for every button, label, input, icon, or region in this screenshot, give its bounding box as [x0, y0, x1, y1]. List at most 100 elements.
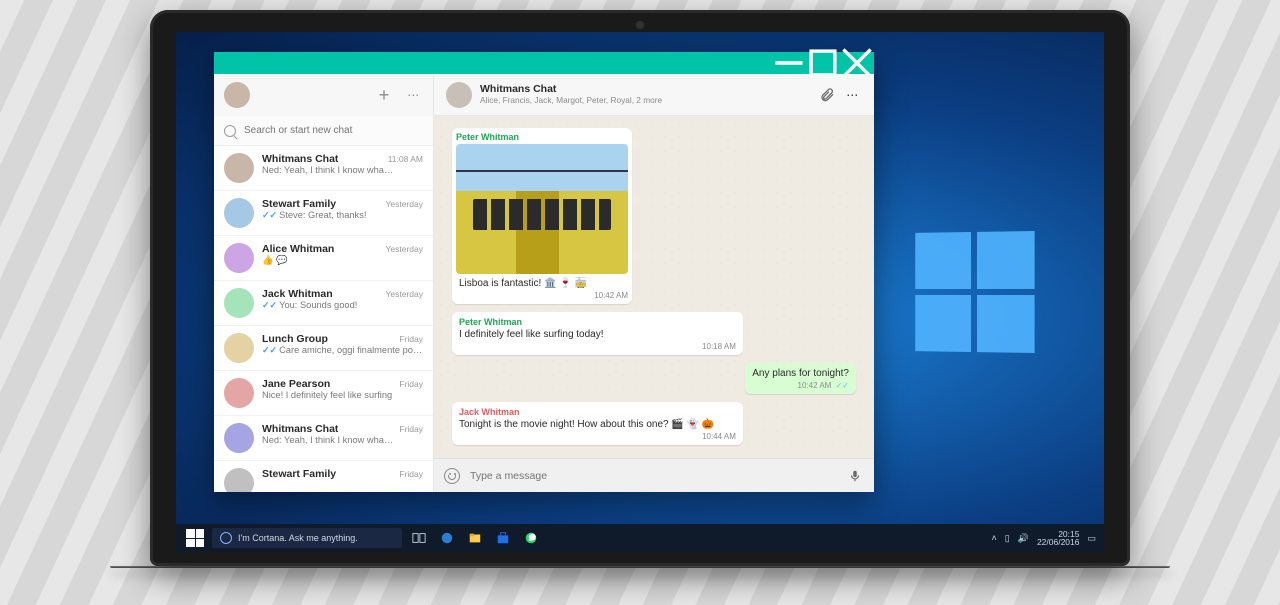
tray-volume-icon[interactable]: 🔊	[1018, 533, 1029, 544]
chat-avatar	[224, 378, 254, 408]
chat-list-item[interactable]: Whitmans Chat 11:08 AMNed: Yeah, I think …	[214, 146, 433, 191]
search-icon	[224, 125, 236, 137]
chat-name: Whitmans Chat	[262, 423, 338, 435]
message-text: Any plans for tonight?	[752, 368, 849, 379]
chat-time: Friday	[399, 469, 423, 479]
search-input[interactable]	[244, 125, 423, 136]
taskbar[interactable]: I'm Cortana. Ask me anything.	[176, 524, 1104, 552]
message-sender: Peter Whitman	[459, 317, 736, 327]
taskbar-app-edge[interactable]	[436, 527, 458, 549]
conversation-menu-button[interactable]: ⋯	[844, 86, 862, 104]
system-tray[interactable]: ˄ ▯ 🔊 20:15 22/06/2016 ▭	[992, 530, 1097, 547]
taskbar-app-explorer[interactable]	[464, 527, 486, 549]
read-ticks-icon: ✓✓	[262, 300, 277, 310]
chat-list-item[interactable]: Lunch Group Friday✓✓Care amiche, oggi fin…	[214, 326, 433, 371]
cortana-icon	[220, 532, 232, 544]
chat-avatar	[224, 243, 254, 273]
whatsapp-window: + ⋯ Whitmans Chat11:08 AMNed: Yeah, I th…	[214, 52, 874, 492]
incoming-message[interactable]: Jack Whitman Tonight is the movie night! …	[452, 402, 743, 445]
chat-time: Friday	[399, 334, 423, 344]
chat-list-item[interactable]: Jane PearsonFridayNice! I definitely fee…	[214, 371, 433, 416]
tray-network-icon[interactable]: ▯	[1005, 533, 1010, 544]
window-titlebar[interactable]	[214, 52, 874, 74]
chat-list-item[interactable]: Jack Whitman Yesterday✓✓You: Sounds good!	[214, 281, 433, 326]
windows-logo-icon	[915, 231, 1034, 353]
chat-preview: ✓✓Care amiche, oggi finalmente posso	[262, 345, 423, 356]
voice-message-button[interactable]	[846, 467, 864, 485]
read-ticks-icon: ✓✓	[833, 381, 849, 390]
chat-name: Whitmans Chat	[262, 153, 338, 165]
my-avatar[interactable]	[224, 82, 250, 108]
window-minimize-button[interactable]	[772, 52, 806, 74]
chat-list-item[interactable]: Whitmans Chat FridayNed: Yeah, I think I …	[214, 416, 433, 461]
chat-preview: 👍 💬	[262, 255, 423, 266]
chat-preview: ✓✓Steve: Great, thanks!	[262, 210, 423, 221]
chat-list-item[interactable]: Stewart Family Friday	[214, 461, 433, 492]
chat-time: Yesterday	[386, 244, 424, 254]
chat-name: Stewart Family	[262, 468, 336, 480]
chat-list-item[interactable]: Stewart Family Yesterday✓✓Steve: Great, t…	[214, 191, 433, 236]
conversation-header[interactable]: Whitmans Chat Alice, Francis, Jack, Marg…	[434, 74, 874, 116]
clock-date: 22/06/2016	[1037, 538, 1080, 547]
laptop-bezel: + ⋯ Whitmans Chat11:08 AMNed: Yeah, I th…	[150, 10, 1130, 566]
chat-time: Yesterday	[386, 199, 424, 209]
taskbar-clock[interactable]: 20:15 22/06/2016	[1037, 530, 1080, 547]
chat-avatar	[224, 468, 254, 492]
chat-time: Friday	[399, 424, 423, 434]
chat-name: Jack Whitman	[262, 288, 333, 300]
message-time: 10:42 AM	[456, 291, 628, 300]
laptop-frame: + ⋯ Whitmans Chat11:08 AMNed: Yeah, I th…	[150, 10, 1130, 568]
notifications-button[interactable]: ▭	[1087, 533, 1096, 544]
message-time: 10:18 AM	[459, 342, 736, 351]
chat-avatar	[224, 198, 254, 228]
window-close-button[interactable]	[840, 52, 874, 74]
chat-name: Lunch Group	[262, 333, 328, 345]
start-button[interactable]	[184, 527, 206, 549]
conversation-pane: Whitmans Chat Alice, Francis, Jack, Marg…	[434, 74, 874, 492]
message-thread[interactable]: Peter WhitmanLisboa is fantastic! 🏛️ 🍷 🚋…	[434, 116, 874, 458]
message-input[interactable]	[470, 470, 836, 482]
chat-preview: Ned: Yeah, I think I know wha…	[262, 435, 423, 445]
sidebar: + ⋯ Whitmans Chat11:08 AMNed: Yeah, I th…	[214, 74, 434, 492]
outgoing-message[interactable]: Any plans for tonight? 10:42 AM ✓✓	[745, 363, 856, 394]
emoji-button[interactable]	[444, 468, 460, 484]
chat-time: 11:08 AM	[388, 154, 423, 164]
chat-avatar	[224, 288, 254, 318]
taskbar-app-whatsapp[interactable]	[520, 527, 542, 549]
chat-avatar	[224, 423, 254, 453]
incoming-message[interactable]: Peter Whitman I definitely feel like surf…	[452, 312, 743, 355]
sidebar-header: + ⋯	[214, 74, 433, 116]
read-ticks-icon: ✓✓	[262, 345, 277, 355]
chat-list-item[interactable]: Alice Whitman Yesterday👍 💬	[214, 236, 433, 281]
message-sender: Peter Whitman	[456, 132, 628, 142]
chat-name: Alice Whitman	[262, 243, 334, 255]
message-time: 10:42 AM ✓✓	[752, 381, 849, 390]
incoming-message[interactable]: Peter WhitmanLisboa is fantastic! 🏛️ 🍷 🚋…	[452, 128, 632, 304]
tray-chevron-up-icon[interactable]: ˄	[992, 533, 997, 543]
sidebar-search[interactable]	[214, 116, 433, 146]
chat-list[interactable]: Whitmans Chat11:08 AMNed: Yeah, I think …	[214, 146, 433, 492]
cortana-search[interactable]: I'm Cortana. Ask me anything.	[212, 528, 402, 548]
chat-preview: Nice! I definitely feel like surfing	[262, 390, 423, 400]
message-text: I definitely feel like surfing today!	[459, 329, 736, 340]
chat-preview: Ned: Yeah, I think I know wha…	[262, 165, 423, 175]
chat-name: Jane Pearson	[262, 378, 330, 390]
message-time: 10:44 AM	[459, 432, 736, 441]
chat-name: Stewart Family	[262, 198, 336, 210]
read-ticks-icon: ✓✓	[262, 210, 277, 220]
message-text: Tonight is the movie night! How about th…	[459, 419, 736, 430]
message-sender: Jack Whitman	[459, 407, 736, 417]
chat-time: Yesterday	[386, 289, 424, 299]
laptop-base	[110, 566, 1170, 568]
menu-button[interactable]: ⋯	[405, 86, 423, 104]
attach-button[interactable]	[818, 86, 836, 104]
new-chat-button[interactable]: +	[375, 86, 393, 104]
cortana-placeholder: I'm Cortana. Ask me anything.	[238, 533, 358, 543]
message-composer	[434, 458, 874, 492]
chat-preview: ✓✓You: Sounds good!	[262, 300, 423, 311]
chat-avatar	[224, 333, 254, 363]
message-image[interactable]	[456, 144, 628, 274]
taskbar-app-store[interactable]	[492, 527, 514, 549]
task-view-button[interactable]	[408, 527, 430, 549]
window-maximize-button[interactable]	[806, 52, 840, 74]
